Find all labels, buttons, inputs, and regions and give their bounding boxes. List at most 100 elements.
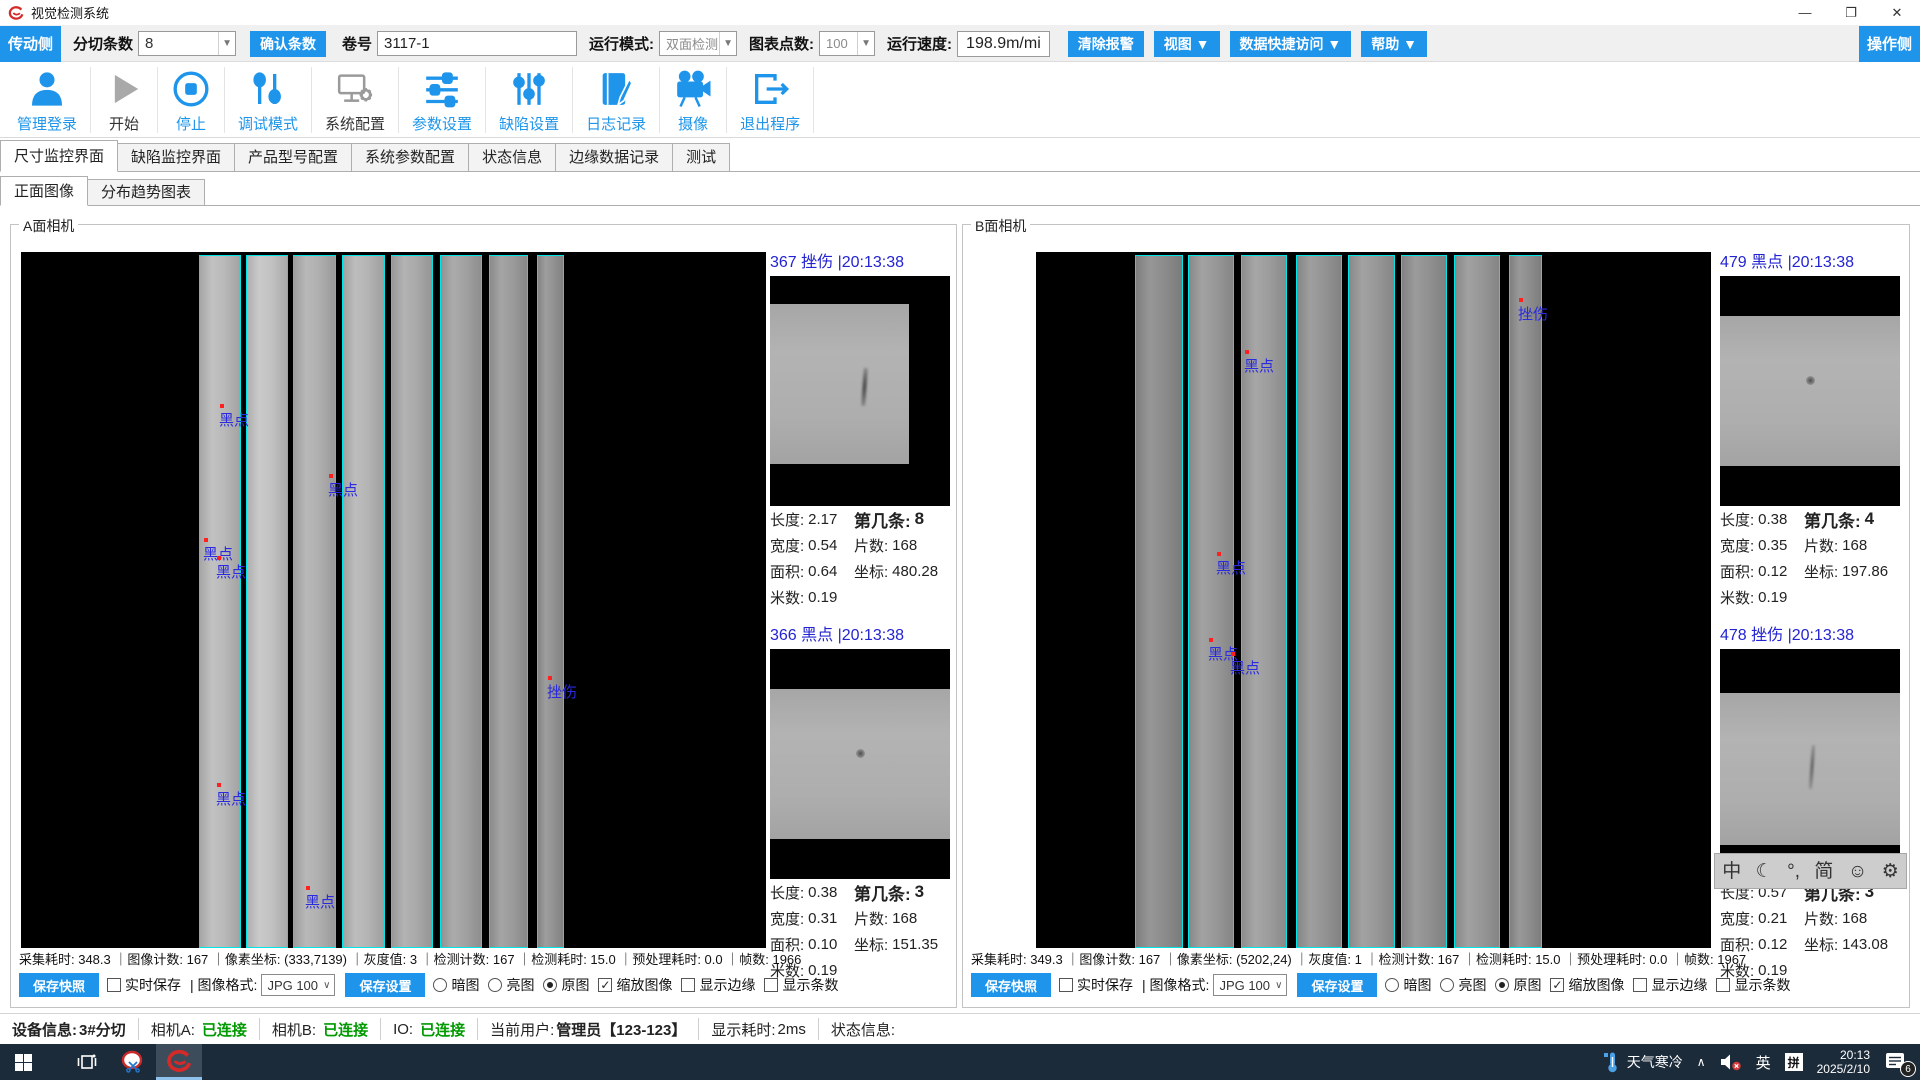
snipping-tool-icon — [121, 1050, 145, 1074]
exit-icon — [750, 67, 790, 113]
stat-empty — [1804, 584, 1900, 610]
main-tab-1[interactable]: 缺陷监控界面 — [117, 143, 235, 171]
defect-stats: 长度:2.17第几条:8宽度:0.54片数:168面积:0.64坐标:480.2… — [770, 506, 950, 610]
tool-play[interactable]: 开始 — [91, 67, 158, 133]
weather-tray-item[interactable]: 天气寒冷 — [1603, 1051, 1683, 1073]
defect-card[interactable]: 478 挫伤 |20:13:38长度:0.57第几条:3宽度:0.21片数:16… — [1720, 625, 1900, 983]
tool-defect-settings[interactable]: 缺陷设置 — [486, 67, 573, 133]
defect-card[interactable]: 479 黑点 |20:13:38长度:0.38第几条:4宽度:0.35片数:16… — [1720, 252, 1900, 610]
ime-chinese-mode[interactable]: 中 — [1722, 862, 1741, 881]
stat-label: 第几条: — [854, 507, 911, 532]
roll-number-label: 卷号 — [342, 33, 372, 54]
tool-log[interactable]: 日志记录 — [573, 67, 660, 133]
defect-snapshot-image — [770, 276, 950, 506]
start-button[interactable] — [0, 1044, 46, 1080]
tool-exit[interactable]: 退出程序 — [727, 67, 814, 133]
tool-param-settings[interactable]: 参数设置 — [399, 67, 486, 133]
operator-side-button[interactable]: 操作侧 — [1859, 26, 1920, 62]
sub-tab-0[interactable]: 正面图像 — [0, 176, 88, 206]
save-snapshot-button[interactable]: 保存快照 — [971, 973, 1051, 997]
ime-punctuation-icon[interactable]: °, — [1787, 862, 1800, 881]
ime-settings-gear-icon[interactable]: ⚙ — [1882, 862, 1899, 881]
roll-number-input[interactable] — [377, 31, 577, 56]
volume-muted-icon[interactable] — [1720, 1053, 1742, 1071]
save-settings-button[interactable]: 保存设置 — [1297, 973, 1377, 997]
image-format-select[interactable]: JPG 100∨ — [261, 974, 335, 996]
stat-width: 宽度:0.35 — [1720, 532, 1804, 558]
inspection-app-taskbar-button[interactable] — [156, 1044, 202, 1080]
camera-b-image[interactable]: 挫伤黑点黑点黑点黑点 — [1036, 252, 1711, 948]
image-mode-radio-1[interactable]: 亮图 — [1440, 975, 1486, 995]
camera-a-image[interactable]: 黑点黑点黑点黑点挫伤黑点黑点 — [21, 252, 766, 948]
stat-meters: 米数:0.19 — [770, 584, 854, 610]
image-mode-radio-0[interactable]: 暗图 — [433, 975, 479, 995]
stat-label: 片数: — [1804, 908, 1838, 929]
minimize-button[interactable]: — — [1782, 0, 1828, 25]
main-tab-5[interactable]: 边缘数据记录 — [555, 143, 673, 171]
tool-debug-mode[interactable]: 调试模式 — [225, 67, 312, 133]
main-tab-0[interactable]: 尺寸监控界面 — [0, 140, 118, 172]
save-snapshot-button[interactable]: 保存快照 — [19, 973, 99, 997]
tool-stop[interactable]: 停止 — [158, 67, 225, 133]
checkbox-unchecked — [1716, 978, 1730, 992]
save-settings-button[interactable]: 保存设置 — [345, 973, 425, 997]
defect-card[interactable]: 367 挫伤 |20:13:38长度:2.17第几条:8宽度:0.54片数:16… — [770, 252, 950, 610]
main-tab-6[interactable]: 测试 — [672, 143, 730, 171]
image-mode-radio-2[interactable]: 原图 — [1495, 975, 1541, 995]
ime-emoji-icon[interactable]: ☺ — [1848, 862, 1867, 881]
image-format-label: | 图像格式: — [190, 975, 257, 995]
material-strip-7 — [1454, 255, 1500, 948]
user-icon — [27, 67, 67, 113]
maximize-button[interactable]: ❐ — [1828, 0, 1874, 25]
show-edge-checkbox[interactable]: 显示边缘 — [681, 975, 755, 995]
tool-camera[interactable]: 摄像 — [660, 67, 727, 133]
drive-side-button[interactable]: 传动侧 — [0, 26, 61, 62]
stat-value: 0.64 — [808, 563, 837, 580]
checkbox-checked: ✓ — [1550, 978, 1564, 992]
image-mode-radio-1[interactable]: 亮图 — [488, 975, 534, 995]
realtime-save-checkbox[interactable]: 实时保存 — [1059, 975, 1133, 995]
clock-tray-item[interactable]: 20:13 2025/2/10 — [1817, 1048, 1870, 1076]
pinyin-ime-indicator[interactable]: 拼 — [1785, 1053, 1803, 1071]
show-count-checkbox[interactable]: 显示条数 — [764, 975, 838, 995]
ime-halfmoon-icon[interactable]: ☾ — [1756, 862, 1773, 881]
stat-empty — [854, 957, 950, 983]
defect-card[interactable]: 366 黑点 |20:13:38长度:0.38第几条:3宽度:0.31片数:16… — [770, 625, 950, 983]
notification-center-button[interactable]: 6 — [1884, 1051, 1910, 1073]
data-quick-access-menu-button[interactable]: 数据快捷访问 ▼ — [1230, 31, 1352, 57]
sub-tab-bar: 正面图像分布趋势图表 — [0, 176, 1920, 206]
run-mode-select[interactable]: 双面检测 ▼ — [659, 31, 737, 56]
task-view-button[interactable] — [64, 1044, 110, 1080]
tool-system-config[interactable]: 系统配置 — [312, 67, 399, 133]
zoom-image-checkbox[interactable]: ✓缩放图像 — [598, 975, 672, 995]
show-count-checkbox[interactable]: 显示条数 — [1716, 975, 1790, 995]
show-edge-checkbox[interactable]: 显示边缘 — [1633, 975, 1707, 995]
icon-toolbar: 管理登录开始停止调试模式系统配置参数设置缺陷设置日志记录摄像退出程序 — [0, 62, 1920, 138]
main-tab-3[interactable]: 系统参数配置 — [351, 143, 469, 171]
tool-user[interactable]: 管理登录 — [4, 67, 91, 133]
view-menu-button[interactable]: 视图 ▼ — [1154, 31, 1220, 57]
close-button[interactable]: ✕ — [1874, 0, 1920, 25]
ime-simplified-icon[interactable]: 简 — [1814, 862, 1833, 881]
zoom-image-checkbox[interactable]: ✓缩放图像 — [1550, 975, 1624, 995]
confirm-count-button[interactable]: 确认条数 — [250, 31, 326, 57]
snipping-tool-button[interactable] — [110, 1044, 156, 1080]
sub-tab-1[interactable]: 分布趋势图表 — [87, 179, 205, 205]
help-menu-button[interactable]: 帮助 ▼ — [1361, 31, 1427, 57]
main-tab-2[interactable]: 产品型号配置 — [234, 143, 352, 171]
windows-logo-icon — [15, 1054, 32, 1071]
defect-stats: 长度:0.38第几条:4宽度:0.35片数:168面积:0.12坐标:197.8… — [1720, 506, 1900, 610]
realtime-save-checkbox[interactable]: 实时保存 — [107, 975, 181, 995]
image-format-value: JPG 100 — [1219, 978, 1270, 993]
image-mode-radio-2[interactable]: 原图 — [543, 975, 589, 995]
chart-points-select[interactable]: 100 ▼ — [819, 31, 875, 56]
tray-expand-caret[interactable]: ∧ — [1697, 1055, 1706, 1069]
image-mode-radio-0[interactable]: 暗图 — [1385, 975, 1431, 995]
clear-alarm-button[interactable]: 清除报警 — [1068, 31, 1144, 57]
tool-label: 退出程序 — [740, 113, 800, 134]
main-tab-4[interactable]: 状态信息 — [468, 143, 556, 171]
slit-count-select[interactable]: 8 ▼ — [138, 31, 236, 56]
language-indicator[interactable]: 英 — [1756, 1052, 1771, 1073]
image-format-select[interactable]: JPG 100∨ — [1213, 974, 1287, 996]
defect-stats: 长度:0.57第几条:3宽度:0.21片数:168面积:0.12坐标:143.0… — [1720, 879, 1900, 983]
